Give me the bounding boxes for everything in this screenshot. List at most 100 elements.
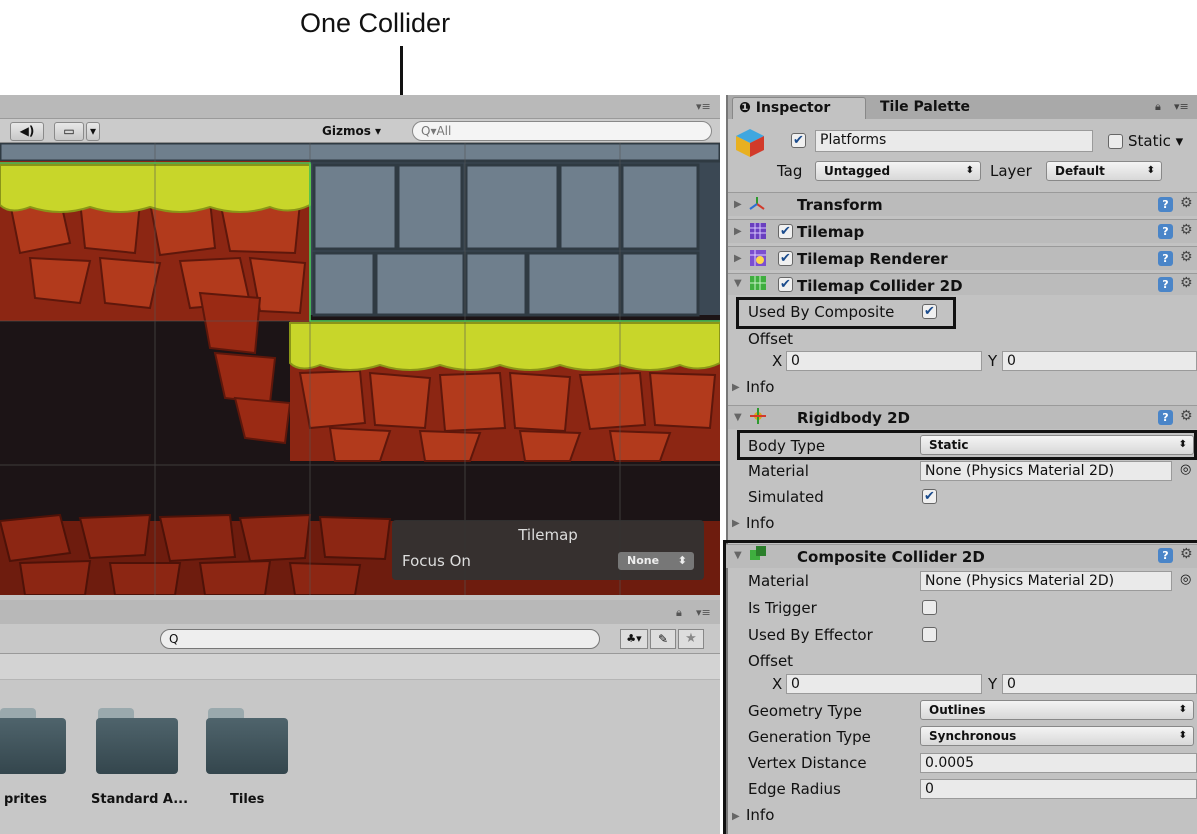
panel-menu-icon[interactable]: ▾≡ xyxy=(1174,100,1189,113)
composite-offset-y-field[interactable]: 0 xyxy=(1002,674,1197,694)
speaker-icon[interactable]: ◀) xyxy=(10,122,44,141)
object-name-field[interactable]: Platforms xyxy=(815,130,1093,152)
dropdown-arrow-icon: ⬍ xyxy=(1178,704,1187,715)
edge-radius-field[interactable]: 0 xyxy=(920,779,1197,799)
folder-icon[interactable] xyxy=(0,718,66,774)
help-icon[interactable]: ? xyxy=(1158,224,1173,239)
info-foldout[interactable]: Info xyxy=(746,378,774,396)
lock-icon[interactable]: 🔒︎ xyxy=(1155,100,1161,114)
static-checkbox[interactable] xyxy=(1108,134,1123,149)
object-picker-icon[interactable]: ◎ xyxy=(1180,572,1191,587)
tag-label: Tag xyxy=(777,162,803,180)
help-icon[interactable]: ? xyxy=(1158,410,1173,425)
foldout-arrow-icon[interactable]: ▼ xyxy=(734,412,742,423)
panel-menu-icon[interactable]: ▾≡ xyxy=(696,100,711,113)
help-icon[interactable]: ? xyxy=(1158,251,1173,266)
folder-icon[interactable] xyxy=(206,718,288,774)
tilemap-collider-icon xyxy=(750,276,766,290)
info-foldout[interactable]: Info xyxy=(746,514,774,532)
info-icon: ❶ xyxy=(739,100,756,116)
composite-offset-label: Offset xyxy=(748,652,794,670)
offset-y-field[interactable]: 0 xyxy=(1002,351,1197,371)
foldout-arrow-icon[interactable]: ▶ xyxy=(732,518,740,529)
used-by-effector-checkbox[interactable] xyxy=(922,627,937,642)
scene-tab-bar: ▾≡ xyxy=(0,95,720,119)
active-checkbox[interactable]: ✔ xyxy=(791,133,806,148)
composite-collider-icon xyxy=(750,546,766,560)
folder-label[interactable]: prites xyxy=(4,792,47,807)
vertex-distance-field[interactable]: 0.0005 xyxy=(920,753,1197,773)
offset-x-field[interactable]: 0 xyxy=(786,351,982,371)
project-breadcrumb xyxy=(0,654,720,680)
foldout-arrow-icon[interactable]: ▼ xyxy=(734,550,742,561)
simulated-checkbox[interactable]: ✔ xyxy=(922,489,937,504)
lock-icon[interactable]: 🔒︎ xyxy=(676,606,682,620)
foldout-arrow-icon[interactable]: ▶ xyxy=(734,253,742,264)
foldout-arrow-icon[interactable]: ▶ xyxy=(732,382,740,393)
favorite-star-icon[interactable]: ★ xyxy=(678,629,704,649)
generation-type-label: Generation Type xyxy=(748,728,871,746)
dropdown-arrow-icon: ⬍ xyxy=(1178,439,1187,450)
filter-by-label-icon[interactable]: ✎ xyxy=(650,629,676,649)
tab-inspector[interactable]: ❶ Inspector xyxy=(732,97,866,119)
tilemap-enabled-checkbox[interactable]: ✔ xyxy=(778,224,793,239)
gear-icon[interactable]: ⚙ xyxy=(1180,546,1193,562)
filter-by-type-icon[interactable]: ♣▾ xyxy=(620,629,648,649)
gizmos-dropdown[interactable]: Gizmos ▾ xyxy=(322,121,381,141)
gameobject-cube-icon xyxy=(736,129,764,157)
composite-offset-x-label: X xyxy=(772,675,783,693)
tab-tile-palette[interactable]: Tile Palette xyxy=(880,97,970,119)
material-field[interactable]: None (Physics Material 2D) xyxy=(920,461,1172,481)
help-icon[interactable]: ? xyxy=(1158,277,1173,292)
search-placeholder: All xyxy=(436,124,452,138)
dropdown-arrow-icon: ⬍ xyxy=(965,165,974,176)
vertex-distance-label: Vertex Distance xyxy=(748,754,867,772)
geometry-type-dropdown[interactable]: Outlines ⬍ xyxy=(920,700,1194,720)
folder-label[interactable]: Tiles xyxy=(230,792,264,807)
tilemap-renderer-icon xyxy=(750,250,766,266)
tag-dropdown[interactable]: Untagged ⬍ xyxy=(815,161,981,181)
composite-material-field[interactable]: None (Physics Material 2D) xyxy=(920,571,1172,591)
composite-offset-x-field[interactable]: 0 xyxy=(786,674,982,694)
focus-on-label: Focus On xyxy=(402,552,471,570)
foldout-arrow-icon[interactable]: ▶ xyxy=(734,226,742,237)
help-icon[interactable]: ? xyxy=(1158,197,1173,212)
tag-value: Untagged xyxy=(824,164,891,178)
generation-type-dropdown[interactable]: Synchronous ⬍ xyxy=(920,726,1194,746)
folder-icon[interactable] xyxy=(96,718,178,774)
foldout-arrow-icon[interactable]: ▼ xyxy=(734,278,742,289)
tilemap-overlay: Tilemap Focus On None ⬍ xyxy=(392,520,704,580)
offset-x-label: X xyxy=(772,352,783,370)
tilemap-renderer-enabled-checkbox[interactable]: ✔ xyxy=(778,251,793,266)
simulated-label: Simulated xyxy=(748,488,824,506)
used-by-composite-checkbox[interactable]: ✔ xyxy=(922,304,937,319)
scene-search-input[interactable]: Q▾All xyxy=(412,121,712,141)
geometry-type-value: Outlines xyxy=(929,703,986,717)
help-icon[interactable]: ? xyxy=(1158,548,1173,563)
transform-title: Transform xyxy=(797,196,883,214)
tilemap-collider-enabled-checkbox[interactable]: ✔ xyxy=(778,277,793,292)
object-picker-icon[interactable]: ◎ xyxy=(1180,462,1191,477)
gizmos-label: Gizmos xyxy=(322,124,371,138)
layer-dropdown[interactable]: Default ⬍ xyxy=(1046,161,1162,181)
foldout-arrow-icon[interactable]: ▶ xyxy=(732,811,740,822)
gear-icon[interactable]: ⚙ xyxy=(1180,249,1193,265)
info-foldout[interactable]: Info xyxy=(746,806,774,824)
body-type-dropdown[interactable]: Static ⬍ xyxy=(920,435,1194,455)
foldout-arrow-icon[interactable]: ▶ xyxy=(734,199,742,210)
tilemap-overlay-title: Tilemap xyxy=(518,526,578,544)
folder-label[interactable]: Standard A... xyxy=(91,792,188,807)
chevron-down-icon[interactable]: ▾ xyxy=(86,122,100,141)
static-label[interactable]: Static ▾ xyxy=(1128,132,1183,150)
project-search-input[interactable]: Q xyxy=(160,629,600,649)
gear-icon[interactable]: ⚙ xyxy=(1180,222,1193,238)
image-icon[interactable]: ▭ xyxy=(54,122,84,141)
composite-material-label: Material xyxy=(748,572,809,590)
tilemap-collider-title: Tilemap Collider 2D xyxy=(797,277,963,295)
is-trigger-checkbox[interactable] xyxy=(922,600,937,615)
gear-icon[interactable]: ⚙ xyxy=(1180,195,1193,211)
focus-on-dropdown[interactable]: None ⬍ xyxy=(618,552,694,570)
panel-menu-icon[interactable]: ▾≡ xyxy=(696,606,711,619)
gear-icon[interactable]: ⚙ xyxy=(1180,275,1193,291)
gear-icon[interactable]: ⚙ xyxy=(1180,408,1193,424)
